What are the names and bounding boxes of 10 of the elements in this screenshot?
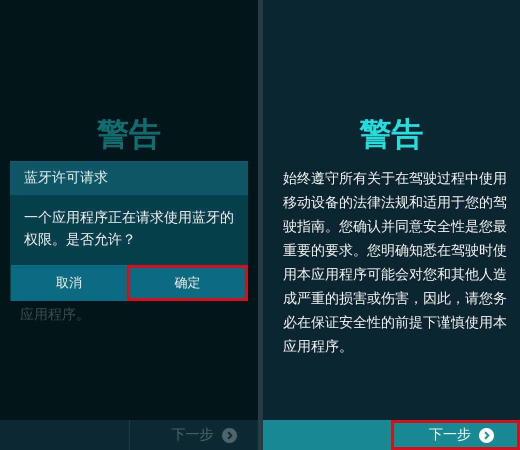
warning-title: 警告 xyxy=(360,115,424,153)
next-button[interactable]: 下一步 xyxy=(391,420,520,450)
warning-text: 始终遵守所有关于在驾驶过程中使用移动设备的法律法规和适用于您的驾驶指南。您确认并同意安全性是您最重要的要求。您明确知悉在驾驶时使用本应用程序可能会对您和其他人造成严重的损害或伤害，因此，请您务必在保证安全性的前提下谨慎使用本应用程序。 xyxy=(283,170,508,357)
warning-title: 警告 xyxy=(97,115,161,153)
dialog-button[interactable]: 取消 xyxy=(10,265,126,301)
dialog-title: 蓝牙许可请求 xyxy=(10,161,248,195)
dialog-message: 一个应用程序正在请求使用蓝牙的权限。是否允许？ xyxy=(23,209,235,250)
dialog-button[interactable]: 确定 xyxy=(126,265,248,301)
chevron-icon xyxy=(222,428,236,442)
chevron-icon xyxy=(479,428,494,442)
